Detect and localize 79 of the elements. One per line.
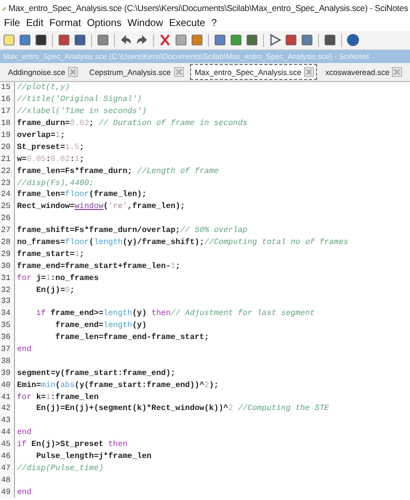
line-number: 44 (0, 428, 11, 438)
code-line: Emin=min(abs(y(frame_start:frame_end))^2); (17, 380, 219, 390)
line-number: 24 (0, 190, 11, 200)
code-line: segment=y(frame_start:frame_end); (17, 368, 176, 378)
code-line: //title('Original Signal') (17, 95, 142, 104)
code-line: end (17, 488, 32, 497)
code-line: frame_end=length(y) (54, 321, 147, 330)
line-number: 25 (0, 202, 11, 212)
code-line: if frame_end>=length(y) then// Adjustment for last segment (35, 309, 315, 318)
line-number: 41 (0, 392, 11, 402)
line-number: 36 (0, 333, 11, 342)
line-number: 46 (0, 452, 11, 462)
code-line: for k=1:frame_len (17, 392, 99, 402)
menu-item[interactable]: ? (211, 18, 217, 29)
line-number: 28 (0, 238, 11, 248)
line-number: 26 (0, 214, 11, 224)
line-number: 17 (0, 107, 11, 116)
help-icon[interactable] (346, 33, 360, 47)
line-number: 15 (0, 83, 11, 92)
line-number: 18 (0, 119, 11, 128)
code-line: overlap=1; (17, 131, 66, 140)
code-line: if En(j)>St_preset then (17, 440, 128, 450)
code-line: //plot(t,y) (17, 83, 70, 92)
line-number: 30 (0, 262, 11, 271)
line-number: 20 (0, 142, 11, 152)
line-number: 40 (0, 380, 11, 390)
code-line: frame_end=frame_start+frame_len-1; (17, 262, 180, 271)
line-number: 49 (0, 488, 11, 497)
line-number: 22 (0, 166, 11, 176)
code-line: //disp(Pulse_time) (17, 464, 104, 473)
line-number: 47 (0, 464, 11, 473)
menu-item[interactable]: Options (87, 18, 122, 29)
code-line: Rect_window=window('re',frame_len); (17, 202, 186, 212)
line-number: 32 (0, 286, 11, 295)
line-number: 34 (0, 309, 11, 318)
code-line: frame_durn=0.02; // Duration of frame in seconds (17, 119, 248, 128)
line-number: 43 (0, 416, 11, 426)
play-icon[interactable] (268, 33, 282, 47)
code-line: frame_start=1; (17, 250, 84, 259)
line-number: 31 (0, 274, 11, 283)
line-number: 33 (0, 297, 11, 306)
code-line: En(j)=0; (35, 286, 75, 295)
code-line: //xlabel('Time in seconds') (17, 107, 147, 116)
code-line: //disp(Fs),4400; (17, 178, 94, 188)
line-number: 35 (0, 321, 11, 330)
line-number: 38 (0, 356, 11, 366)
line-number: 37 (0, 345, 11, 354)
code-line: frame_len=Fs*frame_durn; //Length of frame (17, 166, 219, 176)
code-line: no_frames=floor(length(y)/frame_shift);//Computing total no of frames (17, 238, 348, 248)
line-number: 39 (0, 368, 11, 378)
code-line: end (17, 345, 32, 354)
menu-item[interactable]: Format (49, 18, 82, 29)
line-number: 29 (0, 250, 11, 259)
menu-item[interactable]: Edit (26, 18, 44, 29)
window-title: Max_entro_Spec_Analysis.sce (C:\Users\Kersi\Documents\Scilab\Max_entro_Spec_Analysis.sce) - SciNotes (8, 3, 408, 13)
code-line: Pulse_length=j*frame_len (35, 452, 152, 462)
code-line: St_preset=1.5; (17, 142, 84, 152)
line-number: 42 (0, 404, 11, 414)
menu-item[interactable]: File (4, 18, 20, 29)
menu-item[interactable]: Window (128, 18, 164, 29)
line-number: 23 (0, 178, 11, 188)
code-line: end (17, 428, 32, 438)
code-line: frame_len=frame_end-frame_start; (54, 333, 210, 342)
code-line: w=0.05:0.02:1; (17, 154, 84, 164)
redo-icon[interactable] (135, 33, 149, 47)
close-icon[interactable] (304, 67, 314, 77)
code-line: for j=1:no_frames (17, 274, 99, 283)
code-line: En(j)=En(j)+(segment(k)*Rect_window(k))^2 //Computing the STE (35, 404, 330, 414)
menu-item[interactable]: Execute (169, 18, 206, 29)
line-number: 21 (0, 154, 11, 164)
code-line: frame_shift=Fs*frame_durn/overlap;// 50% overlap (17, 226, 248, 236)
code-line: frame_len=floor(frame_len); (17, 190, 147, 200)
scissors-icon[interactable] (158, 33, 172, 47)
line-number: 19 (0, 131, 11, 140)
undo-icon[interactable] (119, 33, 133, 47)
line-number: 48 (0, 476, 11, 485)
line-number: 27 (0, 226, 11, 236)
line-number: 45 (0, 440, 11, 450)
line-number: 16 (0, 95, 11, 104)
